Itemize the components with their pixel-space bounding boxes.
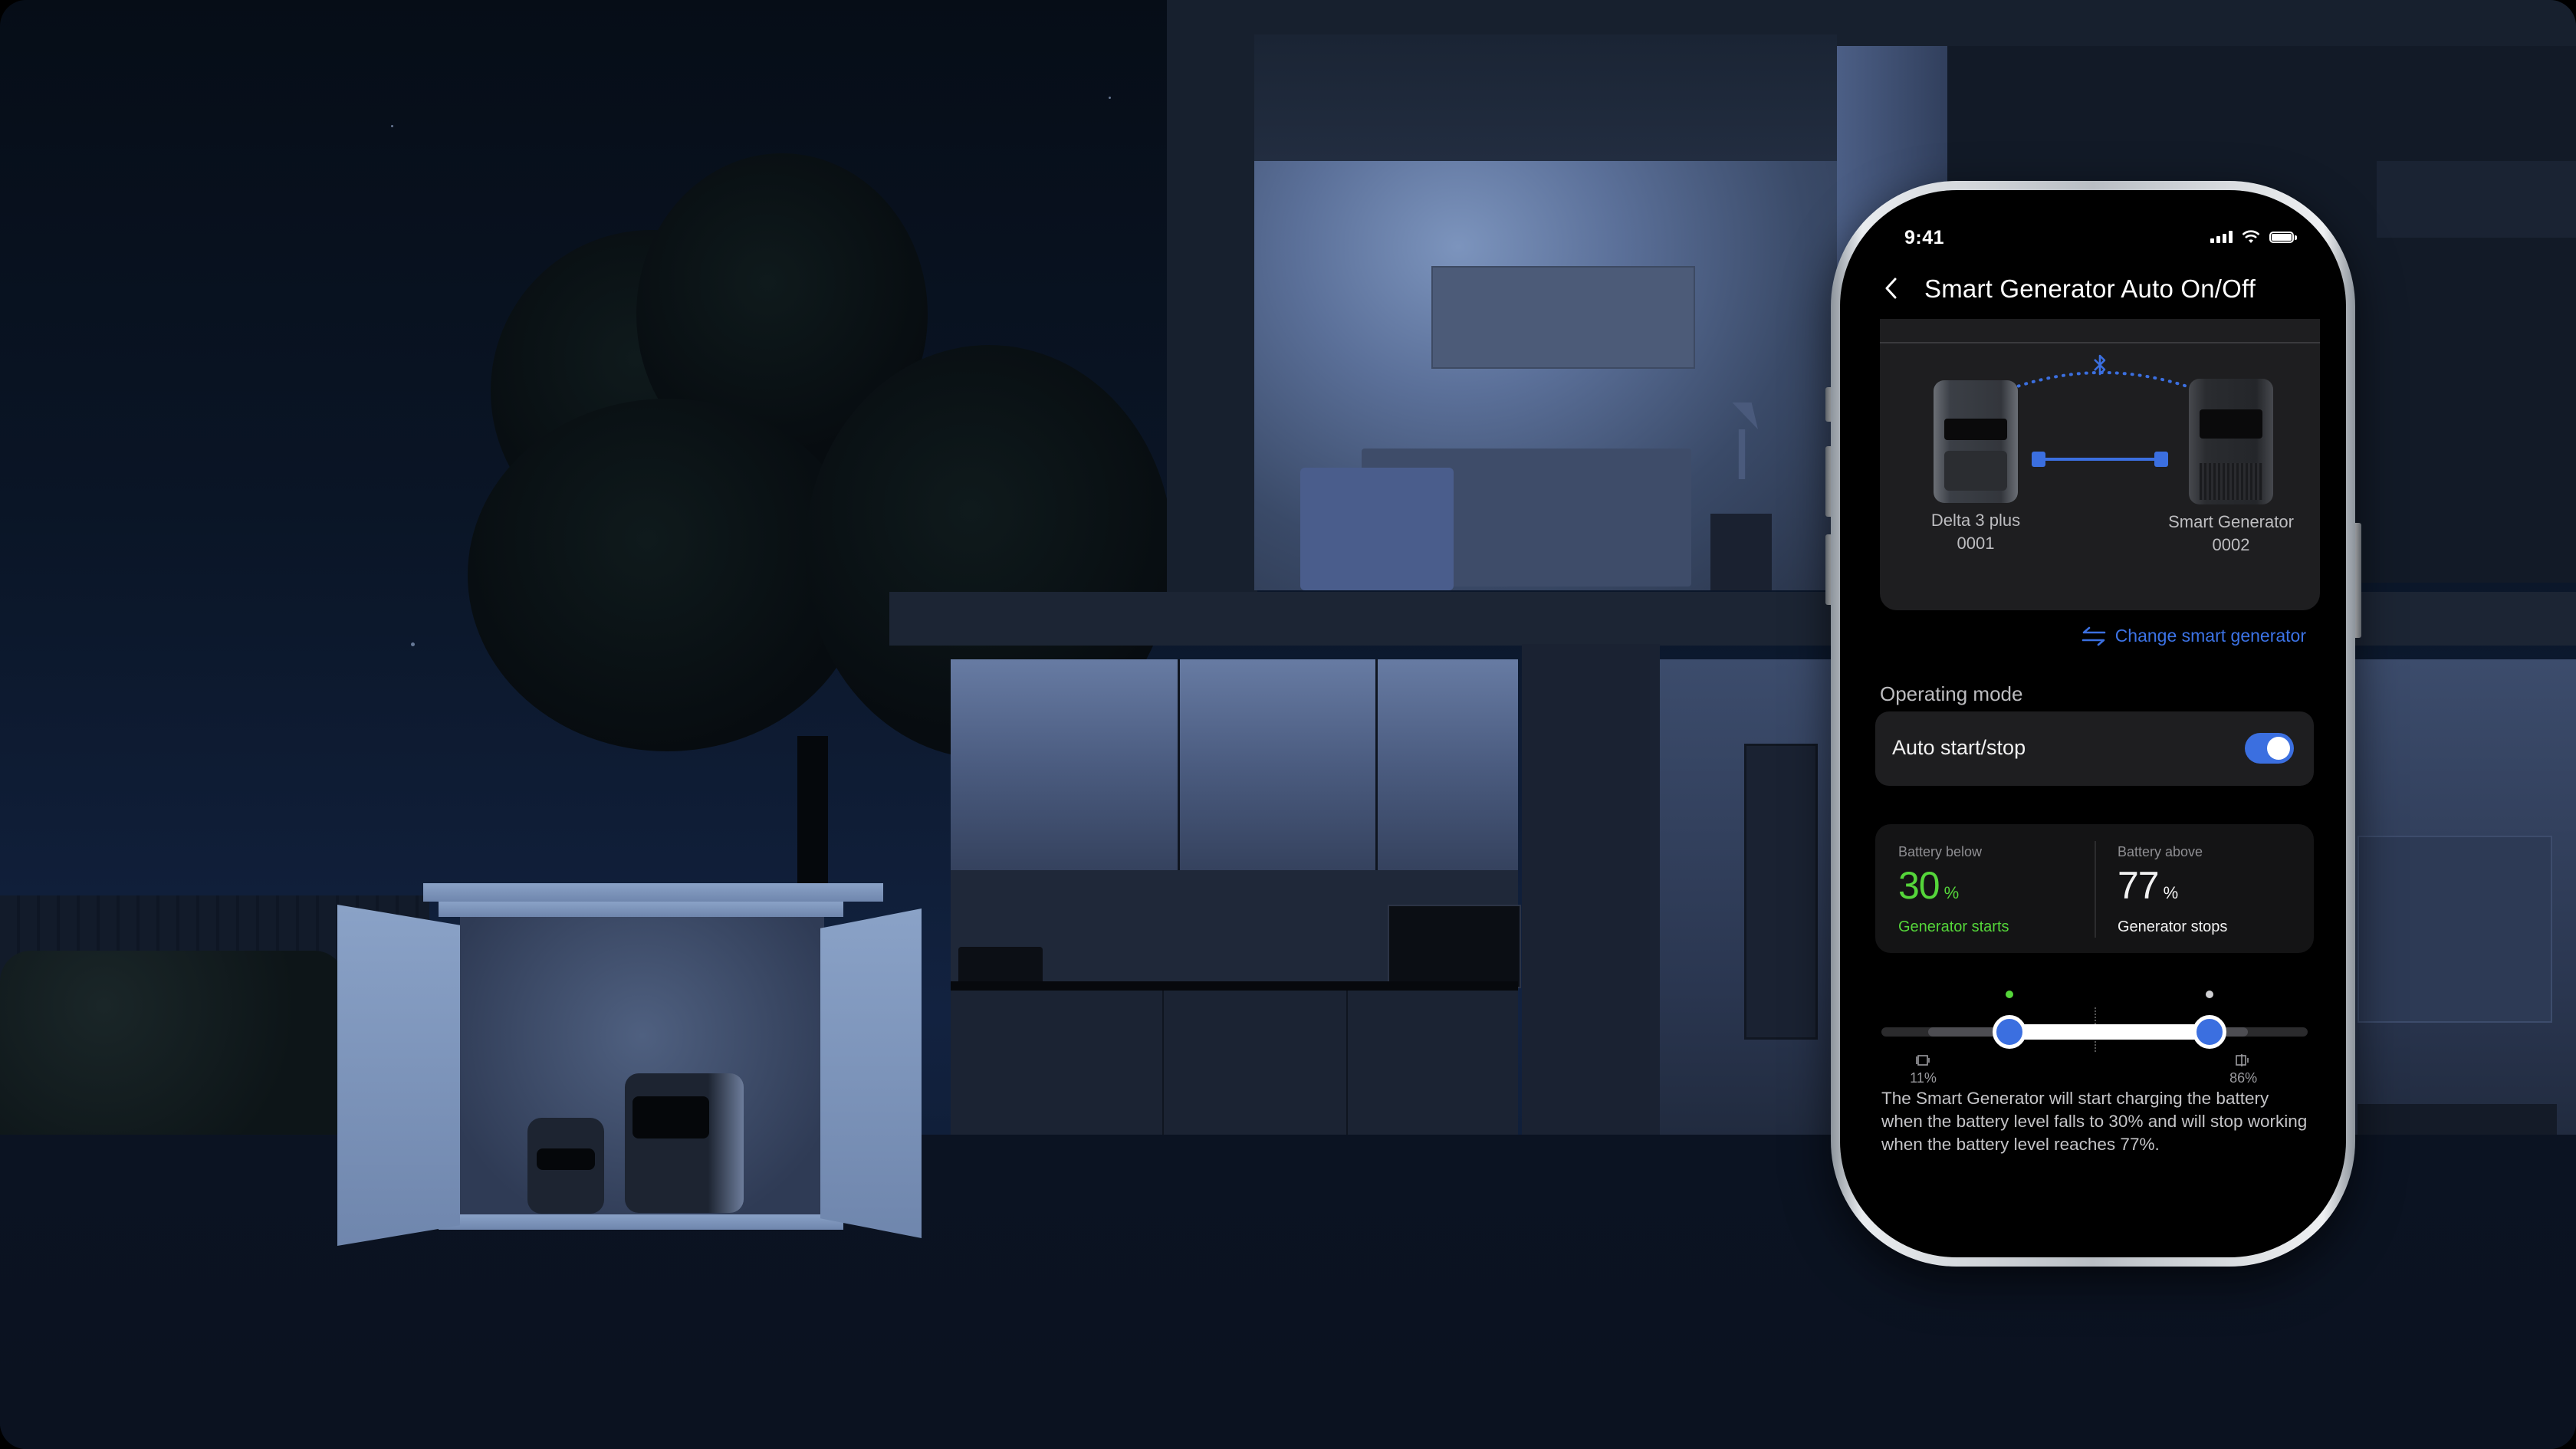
operating-mode-label: Operating mode: [1880, 682, 2023, 705]
start-status: Generator starts: [1898, 918, 2009, 935]
kitchen-backsplash: [951, 870, 1521, 989]
swap-arrows-icon: [2082, 626, 2105, 646]
dresser: [2377, 161, 2576, 238]
status-time: 9:41: [1904, 227, 1945, 248]
star: [391, 125, 393, 127]
generator-image: [2189, 379, 2273, 504]
battery-icon: [2269, 231, 2297, 243]
toaster: [958, 947, 1043, 985]
bedroom: [1254, 161, 1837, 590]
microwave: [1388, 905, 1521, 988]
countertop: [951, 981, 1518, 991]
slider-selected-range: [2009, 1024, 2210, 1040]
start-threshold: Battery below 30% Generator starts: [1898, 844, 2009, 936]
toggle-knob: [2267, 737, 2290, 760]
change-link-label: Change smart generator: [2114, 626, 2306, 646]
power-button: [2355, 523, 2361, 638]
device-delta-3-plus[interactable]: Delta 3 plus 0001: [1924, 380, 2027, 555]
star: [1109, 97, 1111, 99]
max-limit-label: 86%: [2229, 1070, 2258, 1086]
auto-start-stop-toggle[interactable]: [2245, 733, 2294, 764]
washer-door: [1744, 744, 1818, 1040]
tv: [2358, 836, 2552, 1023]
start-threshold-thumb[interactable]: [1992, 1015, 2026, 1049]
kitchen-upper-cabinets: [951, 659, 1518, 870]
device-link-card: Delta 3 plus 0001 Smart Generator 0002: [1880, 319, 2320, 610]
nightstand: [1710, 514, 1772, 590]
lamp: [1726, 402, 1758, 479]
battery-high-icon: [2236, 1054, 2249, 1066]
wall-art: [1431, 266, 1695, 369]
change-smart-generator-link[interactable]: Change smart generator: [2082, 626, 2306, 646]
chevron-left-icon: [1885, 278, 1897, 299]
stop-value: 77%: [2118, 864, 2179, 907]
column: [1522, 644, 1660, 1211]
max-limit: 86%: [2229, 1053, 2257, 1086]
threshold-divider: [2095, 841, 2096, 938]
start-caption: Battery below: [1898, 844, 1983, 859]
stop-status: Generator stops: [2118, 918, 2228, 935]
cable-icon: [2033, 458, 2165, 461]
device-id: 0002: [2212, 535, 2250, 554]
phone-frame: 9:41 Smart Generator Auto On/Off Delta 3…: [1831, 181, 2355, 1267]
battery-low-icon: [1915, 1055, 1930, 1066]
description-text: The Smart Generator will start charging …: [1881, 1089, 2308, 1154]
cable-plug-left: [2032, 452, 2045, 467]
background-scene: 9:41 Smart Generator Auto On/Off Delta 3…: [0, 0, 2576, 1449]
stop-threshold: Battery above 77% Generator stops: [2118, 844, 2227, 936]
start-value: 30%: [1898, 864, 1960, 907]
power-station-image: [1934, 380, 2018, 503]
wifi-icon: [2242, 230, 2260, 243]
auto-start-stop-row: Auto start/stop: [1875, 711, 2314, 786]
house-wall-left: [1167, 0, 1257, 598]
device-name: Smart Generator: [2168, 512, 2294, 531]
min-limit-label: 11%: [1910, 1070, 1937, 1086]
threshold-card: Battery below 30% Generator starts Batte…: [1875, 824, 2314, 953]
signal-icon: [2210, 231, 2233, 243]
start-indicator-dot: [2005, 991, 2013, 998]
bedroom-ceiling: [1254, 34, 1837, 161]
bluetooth-icon: [2094, 354, 2106, 376]
storage-bin: [1300, 468, 1454, 590]
device-smart-generator[interactable]: Smart Generator 0002: [2154, 379, 2308, 557]
auto-start-stop-label: Auto start/stop: [1892, 736, 2026, 759]
threshold-range-slider[interactable]: 11% 86%: [1881, 984, 2308, 1086]
status-icons: [2210, 230, 2297, 244]
stop-threshold-thumb[interactable]: [2193, 1015, 2227, 1049]
star: [411, 642, 415, 646]
device-id: 0001: [1957, 534, 1995, 553]
app-screen: 9:41 Smart Generator Auto On/Off Delta 3…: [1840, 190, 2346, 1257]
device-name: Delta 3 plus: [1930, 511, 2021, 530]
min-limit: 11%: [1910, 1053, 1937, 1086]
stop-caption: Battery above: [2118, 844, 2203, 859]
stop-indicator-dot: [2206, 991, 2214, 998]
page-title: Smart Generator Auto On/Off: [1924, 274, 2256, 303]
hedge: [0, 951, 345, 1135]
card-divider: [1880, 342, 2320, 343]
back-button[interactable]: [1875, 273, 1906, 304]
